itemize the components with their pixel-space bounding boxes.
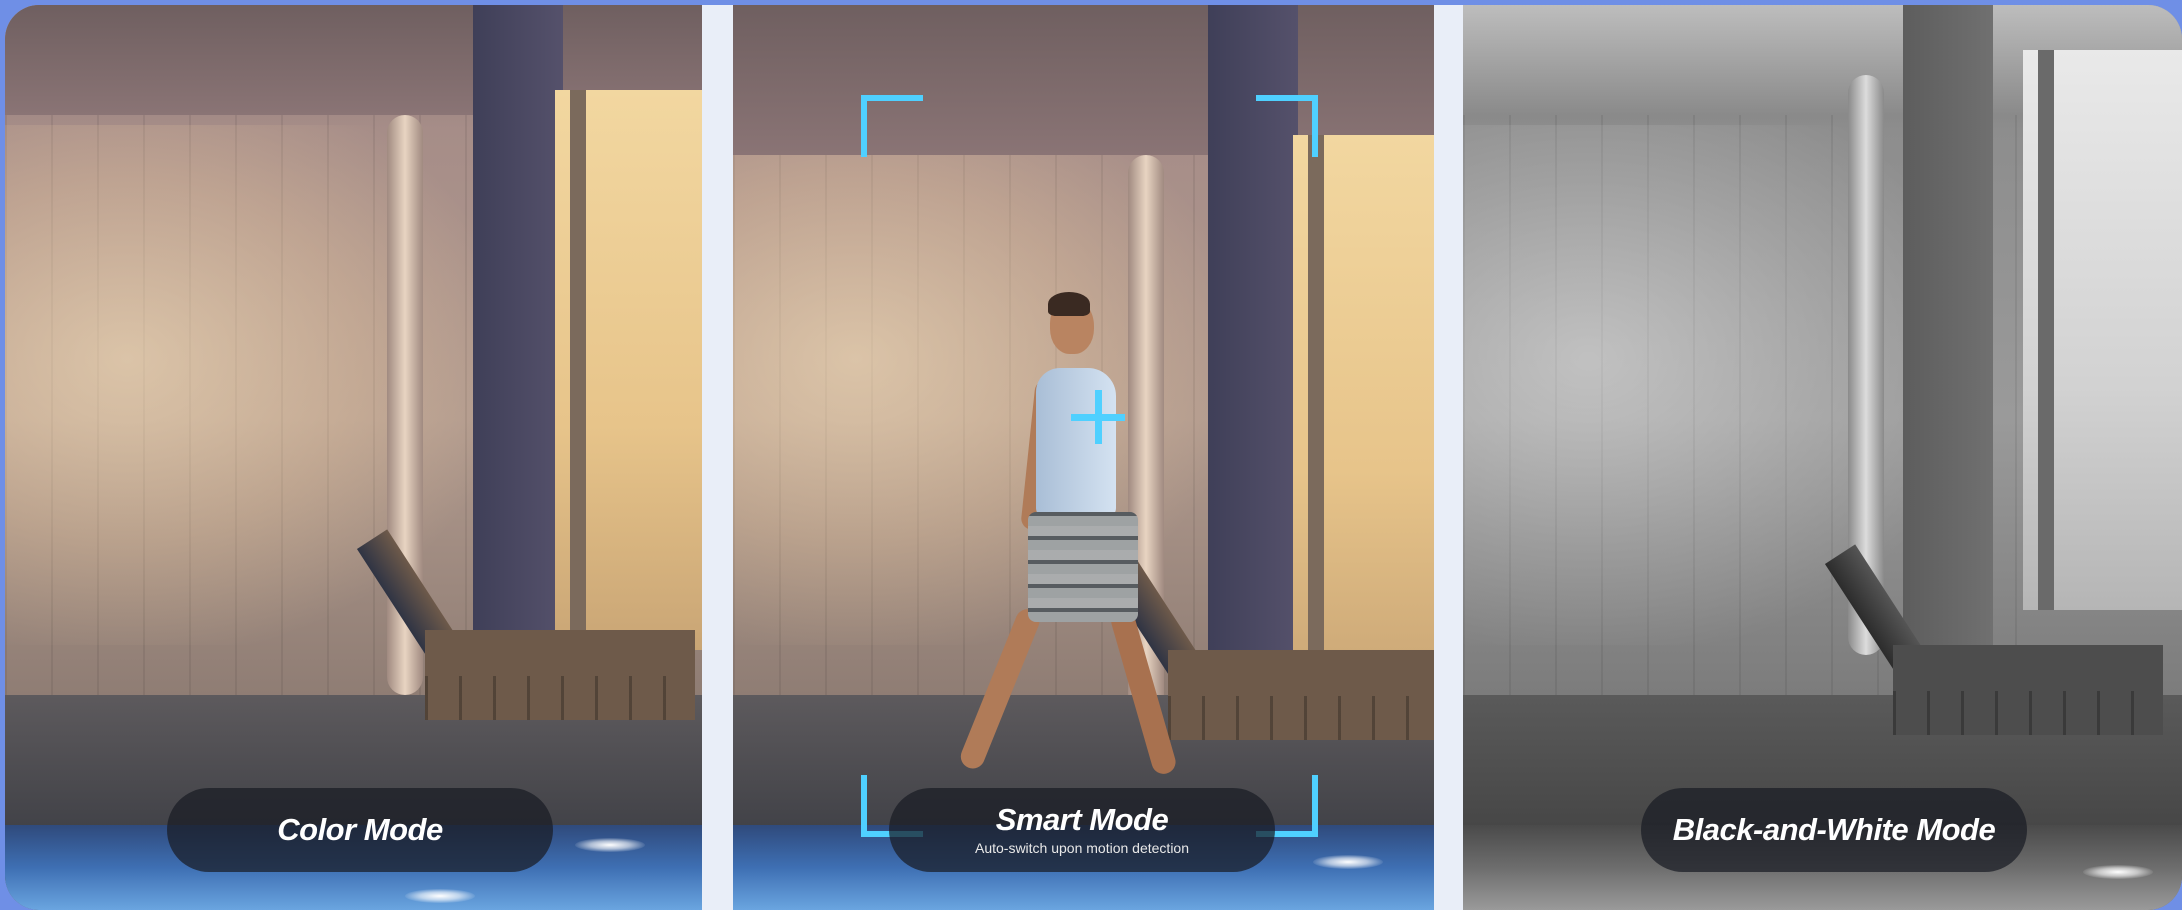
target-crosshair-icon [1071,390,1125,444]
smart-mode-label: Smart Mode Auto-switch upon motion detec… [889,788,1275,872]
color-mode-title: Color Mode [277,812,443,847]
bw-mode-label: Black-and-White Mode [1641,788,2027,872]
window-frame [2038,50,2054,610]
smart-mode-title: Smart Mode [995,802,1169,837]
color-mode-panel: Color Mode [5,5,702,910]
wall-light-glow [1463,125,1967,645]
lounge-chair [1824,535,2173,735]
tracking-corner-top-left [861,95,923,157]
pool-light [2083,865,2153,879]
color-mode-label: Color Mode [167,788,553,872]
bw-mode-panel: Black-and-White Mode [1463,5,2182,910]
ceiling-beam [733,5,1434,155]
smart-mode-subtitle: Auto-switch upon motion detection [974,840,1189,856]
lounge-chair [1099,540,1434,740]
pool-light [405,889,475,903]
walking-person [957,290,1179,810]
lounge-chair [356,520,702,720]
mode-comparison-banner: Color Mode Smart Mode Auto-switch upon m… [5,5,2182,910]
pool-light [1313,855,1383,869]
smart-mode-panel: Smart Mode Auto-switch upon motion detec… [733,5,1434,910]
pool-light [575,838,645,852]
tracking-corner-top-right [1256,95,1318,157]
bw-mode-title: Black-and-White Mode [1672,812,1996,847]
